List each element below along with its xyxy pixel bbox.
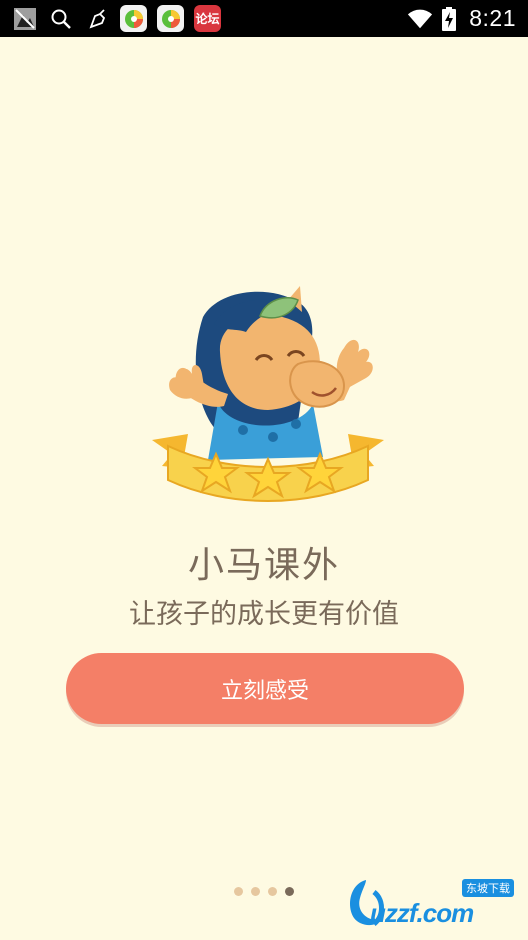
page-dot [268,887,277,896]
watermark-label: 东坡下载 [462,879,514,897]
status-time: 8:21 [469,5,516,31]
app-tagline: 让孩子的成长更有价值 [129,599,399,630]
battery-charging-icon [441,6,457,32]
page-dot-active [285,887,294,896]
pony-mascot-illustration [152,286,384,502]
notification-icons: 论坛 [12,5,221,32]
search-icon [48,6,74,32]
app-title: 小马课外 [187,545,340,586]
page-indicator [234,887,294,896]
app-360-icon [157,5,184,32]
experience-now-button[interactable]: 立刻感受 [66,653,464,724]
page-dot [251,887,260,896]
watermark-brand: uzzf.com [370,898,474,928]
forum-app-icon: 论坛 [194,5,221,32]
broom-icon [84,6,110,32]
forum-app-label: 论坛 [195,12,220,26]
screenshot-icon [12,6,38,32]
app-360-icon [120,5,147,32]
uzzf-watermark: 东坡下载 uzzf.com [344,876,524,932]
wifi-icon [407,6,433,32]
status-bar: 论坛 8:21 [0,0,528,37]
page-dot [234,887,243,896]
system-icons: 8:21 [407,0,516,37]
